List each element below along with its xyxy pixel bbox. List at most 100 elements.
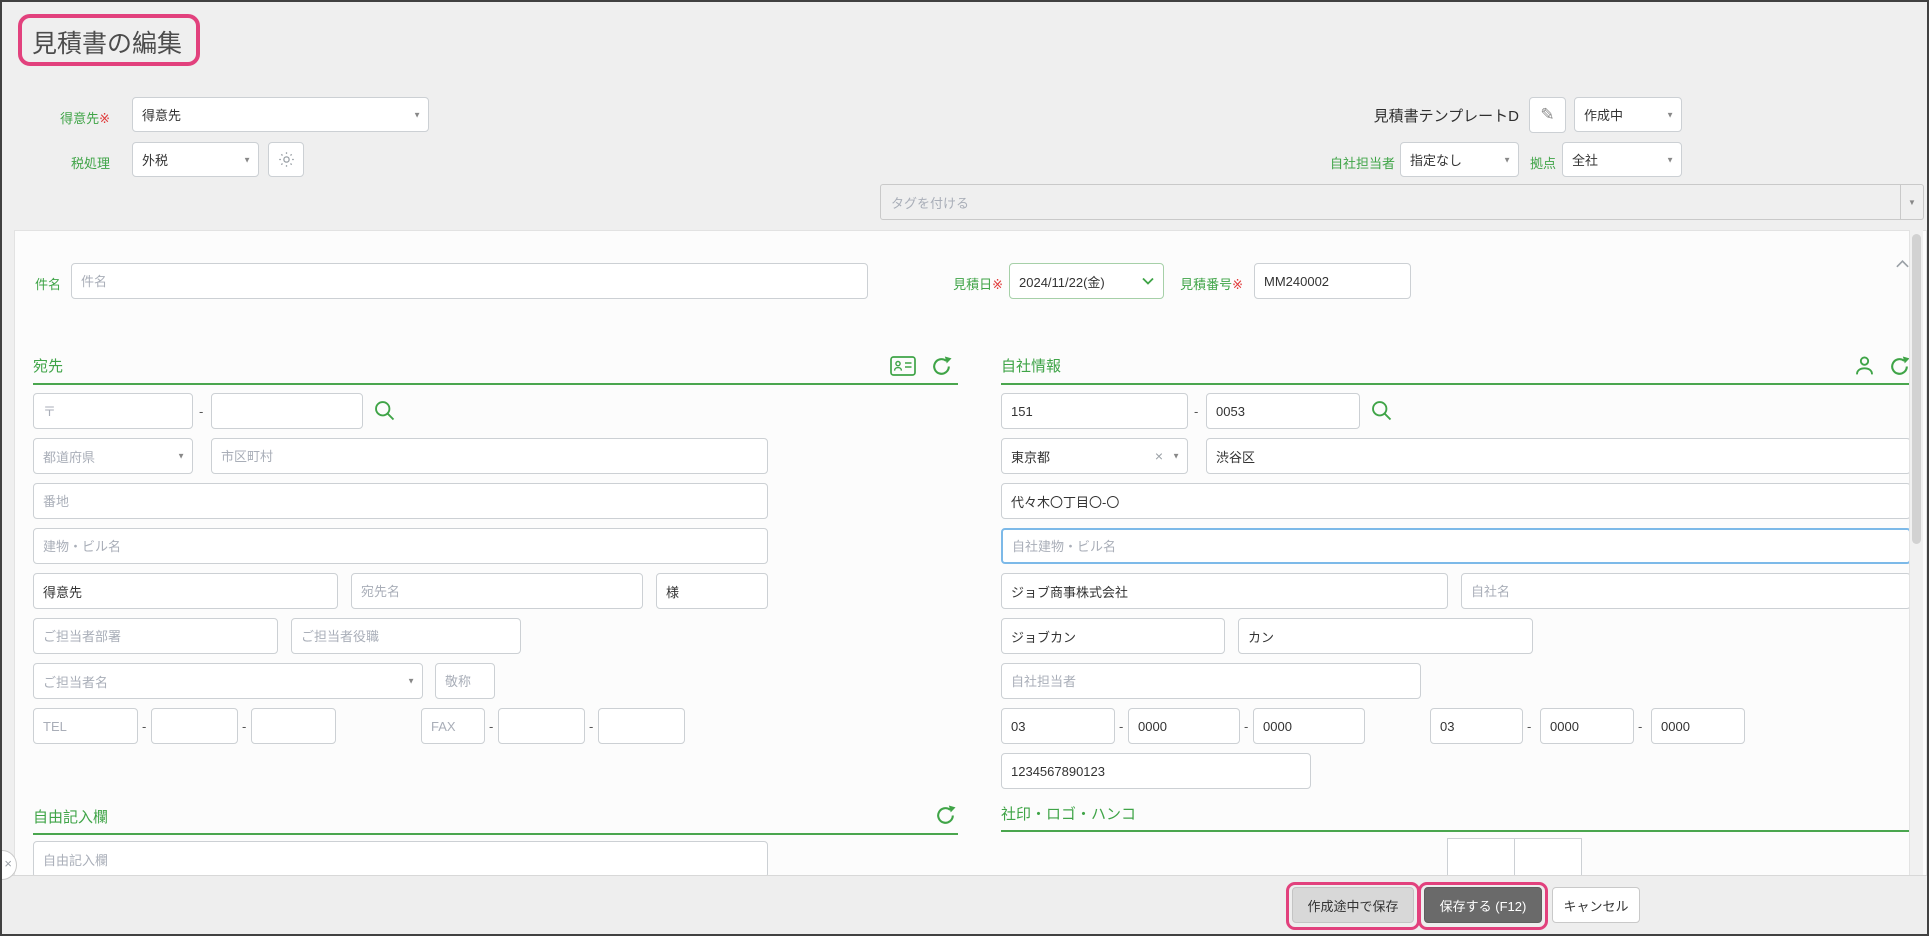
recipient-postal1-input[interactable] (33, 393, 193, 429)
branch-label: 拠点 (1530, 156, 1557, 171)
stamp-cell[interactable] (1447, 838, 1515, 876)
quote-number-input[interactable] (1254, 263, 1411, 299)
stamp-cell[interactable] (1514, 838, 1582, 876)
quote-date-select[interactable]: 2024/11/22(金) (1009, 263, 1164, 299)
recipient-department-input[interactable] (33, 618, 278, 654)
company-building-input[interactable] (1001, 528, 1911, 564)
cancel-button[interactable]: キャンセル (1552, 887, 1640, 923)
tax-settings-button[interactable] (268, 142, 304, 177)
company-invoice-number-input[interactable] (1001, 753, 1311, 789)
recipient-reload-button[interactable] (929, 354, 953, 378)
scrollbar-thumb[interactable] (1912, 234, 1921, 544)
save-button[interactable]: 保存する (F12) (1424, 887, 1542, 923)
person-icon (1853, 354, 1876, 377)
company-staff-button[interactable] (1852, 353, 1876, 377)
recipient-person-select[interactable]: ご担当者名 ▼ (33, 663, 423, 699)
template-edit-button[interactable]: ✎ (1529, 97, 1566, 133)
company-section-title: 自社情報 (1001, 358, 1062, 375)
company-city-input[interactable] (1206, 438, 1911, 474)
tax-select-value: 外税 (142, 153, 169, 168)
refresh-icon (1888, 355, 1911, 378)
recipient-fax3-input[interactable] (598, 708, 685, 744)
recipient-section-title: 宛先 (33, 358, 64, 375)
company-fax3-input[interactable] (1651, 708, 1745, 744)
recipient-tel3-input[interactable] (251, 708, 336, 744)
required-mark: ※ (992, 277, 1003, 292)
recipient-honorific-input[interactable] (656, 573, 768, 609)
status-select[interactable]: 作成中 ▼ (1574, 97, 1682, 132)
company-name-input[interactable] (1001, 573, 1448, 609)
recipient-fax2-input[interactable] (498, 708, 585, 744)
chevron-down-icon: ▼ (1172, 451, 1180, 461)
company-tel2-input[interactable] (1128, 708, 1240, 744)
chevron-down-icon (1142, 277, 1154, 285)
free-note-textarea[interactable] (33, 841, 768, 876)
tax-select[interactable]: 外税 ▼ (132, 142, 259, 177)
recipient-building-input[interactable] (33, 528, 768, 564)
status-select-value: 作成中 (1584, 108, 1624, 123)
customer-label: 得意先※ (60, 111, 110, 126)
fax-dash: - (1638, 719, 1643, 734)
quote-number-label: 見積番号※ (1180, 277, 1243, 292)
footer-bar: 作成途中で保存 保存する (F12) キャンセル (2, 875, 1927, 934)
tel-dash: - (1119, 719, 1124, 734)
company-fax2-input[interactable] (1540, 708, 1634, 744)
stamp-section-divider (1001, 830, 1911, 832)
tag-input[interactable]: タグを付ける ▼ (880, 184, 1924, 220)
tax-label: 税処理 (70, 156, 110, 171)
search-icon (373, 399, 396, 422)
recipient-postal-search-button[interactable] (373, 399, 396, 422)
subject-input[interactable] (71, 263, 868, 299)
recipient-tel1-input[interactable] (33, 708, 138, 744)
recipient-city-input[interactable] (211, 438, 768, 474)
chevron-down-icon: ▼ (177, 451, 185, 461)
address-book-button[interactable] (889, 355, 916, 377)
company-postal1-input[interactable] (1001, 393, 1188, 429)
recipient-section-divider (33, 383, 958, 385)
recipient-street-input[interactable] (33, 483, 768, 519)
customer-select[interactable]: 得意先 ▼ (132, 97, 429, 132)
tag-placeholder: タグを付ける (891, 195, 970, 211)
recipient-salutation-input[interactable] (435, 663, 495, 699)
gear-icon (278, 151, 295, 168)
branch-select[interactable]: 全社 ▼ (1562, 142, 1682, 177)
company-tel3-input[interactable] (1253, 708, 1365, 744)
app-window: 見積書の編集 得意先※ 得意先 ▼ 税処理 外税 ▼ 見積書テンプレートD ✎ … (0, 0, 1929, 936)
recipient-role-input[interactable] (291, 618, 521, 654)
company-postal2-input[interactable] (1206, 393, 1360, 429)
required-mark: ※ (99, 111, 110, 126)
fax-dash: - (489, 719, 494, 734)
staff-label: 自社担当者 (1330, 156, 1396, 171)
company-name2-input[interactable] (1461, 573, 1911, 609)
free-note-reload-button[interactable] (933, 803, 957, 827)
pencil-icon: ✎ (1540, 105, 1555, 124)
chevron-up-icon (1895, 259, 1910, 269)
quote-form-panel: 件名 見積日※ 2024/11/22(金) 見積番号※ 宛先 (14, 230, 1927, 877)
company-tel1-input[interactable] (1001, 708, 1115, 744)
save-draft-button[interactable]: 作成途中で保存 (1292, 887, 1414, 923)
company-kana1-input[interactable] (1001, 618, 1225, 654)
company-staff-input[interactable] (1001, 663, 1421, 699)
scrollbar-track[interactable] (1909, 230, 1923, 877)
chevron-down-icon: ▼ (243, 155, 251, 164)
clear-icon[interactable]: × (1155, 448, 1163, 464)
company-reload-button[interactable] (1887, 354, 1911, 378)
recipient-postal2-input[interactable] (211, 393, 363, 429)
required-mark: ※ (1232, 277, 1243, 292)
branch-select-value: 全社 (1572, 153, 1599, 168)
company-kana2-input[interactable] (1238, 618, 1533, 654)
customer-select-value: 得意先 (142, 108, 182, 123)
company-street-input[interactable] (1001, 483, 1911, 519)
recipient-addressee-input[interactable] (351, 573, 643, 609)
fax-dash: - (1527, 719, 1532, 734)
recipient-fax1-input[interactable] (421, 708, 485, 744)
fax-dash: - (589, 719, 594, 734)
recipient-tel2-input[interactable] (151, 708, 238, 744)
staff-select[interactable]: 指定なし ▼ (1400, 142, 1519, 177)
company-postal-search-button[interactable] (1370, 399, 1393, 422)
company-prefecture-select[interactable]: 東京都 × ▼ (1001, 438, 1188, 474)
recipient-prefecture-select[interactable]: 都道府県 ▼ (33, 438, 193, 474)
recipient-company-input[interactable] (33, 573, 338, 609)
template-name: 見積書テンプレートD (1373, 108, 1519, 125)
company-fax1-input[interactable] (1430, 708, 1523, 744)
